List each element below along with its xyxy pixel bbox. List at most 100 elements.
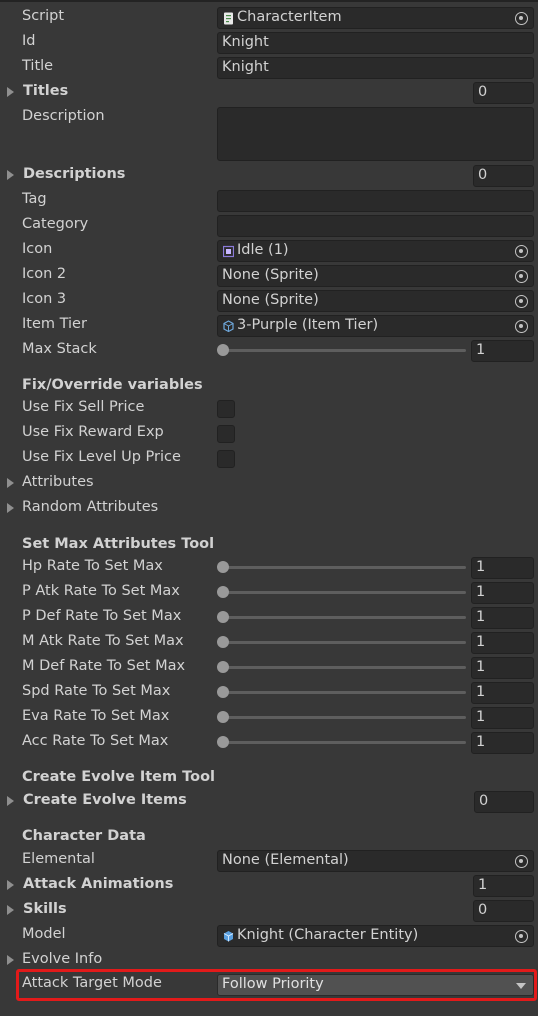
item-tier-field[interactable]: 3-Purple (Item Tier) bbox=[217, 315, 534, 337]
create-evolve-items-label[interactable]: Create Evolve Items bbox=[23, 792, 187, 808]
evolve-info-label[interactable]: Evolve Info bbox=[22, 951, 102, 967]
use-fix-sell-price-checkbox[interactable] bbox=[217, 400, 235, 418]
descriptions-count-field[interactable]: 0 bbox=[473, 165, 534, 187]
elemental-label: Elemental bbox=[22, 851, 95, 867]
slider-value: 1 bbox=[476, 709, 486, 725]
object-picker-icon[interactable] bbox=[515, 245, 528, 258]
slider-value-field[interactable]: 1 bbox=[471, 582, 534, 604]
id-field[interactable]: Knight bbox=[217, 32, 534, 54]
foldout-arrow-icon[interactable] bbox=[7, 796, 14, 806]
create-evolve-items-row[interactable]: Create Evolve Items 0 bbox=[0, 789, 538, 814]
attack-animations-row[interactable]: Attack Animations 1 bbox=[0, 873, 538, 898]
descriptions-label[interactable]: Descriptions bbox=[23, 166, 125, 182]
attributes-row[interactable]: Attributes bbox=[0, 471, 538, 496]
slider-track[interactable] bbox=[222, 566, 466, 569]
slider-thumb[interactable] bbox=[217, 561, 229, 573]
slider-thumb[interactable] bbox=[217, 611, 229, 623]
descriptions-count: 0 bbox=[478, 167, 488, 183]
max-stack-value-field[interactable]: 1 bbox=[471, 340, 534, 362]
slider-thumb[interactable] bbox=[217, 661, 229, 673]
slider-thumb[interactable] bbox=[217, 636, 229, 648]
id-label: Id bbox=[22, 33, 36, 49]
icon3-field[interactable]: None (Sprite) bbox=[217, 290, 534, 312]
attributes-label[interactable]: Attributes bbox=[22, 474, 94, 490]
slider-track[interactable] bbox=[222, 641, 466, 644]
slider-row: Eva Rate To Set Max 1 bbox=[0, 705, 538, 730]
slider-thumb[interactable] bbox=[217, 736, 229, 748]
slider-track[interactable] bbox=[222, 349, 466, 352]
create-evolve-items-count-field[interactable]: 0 bbox=[474, 791, 534, 813]
category-field[interactable] bbox=[217, 215, 534, 237]
character-data-header-row: Character Data bbox=[0, 825, 538, 850]
random-attributes-row[interactable]: Random Attributes bbox=[0, 496, 538, 521]
slider-row: M Atk Rate To Set Max 1 bbox=[0, 630, 538, 655]
object-picker-icon[interactable] bbox=[515, 320, 528, 333]
skills-label[interactable]: Skills bbox=[23, 901, 67, 917]
slider-track[interactable] bbox=[222, 716, 466, 719]
foldout-arrow-icon[interactable] bbox=[7, 478, 14, 488]
skills-row[interactable]: Skills 0 bbox=[0, 898, 538, 923]
use-fix-level-up-price-checkbox[interactable] bbox=[217, 450, 235, 468]
object-picker-icon[interactable] bbox=[515, 270, 528, 283]
icon-field[interactable]: Idle (1) bbox=[217, 240, 534, 262]
slider-track[interactable] bbox=[222, 741, 466, 744]
skills-count: 0 bbox=[478, 902, 488, 918]
id-value: Knight bbox=[222, 34, 269, 50]
slider-value: 1 bbox=[476, 659, 486, 675]
foldout-arrow-icon[interactable] bbox=[7, 503, 14, 513]
top-divider bbox=[0, 0, 538, 2]
titles-count-field[interactable]: 0 bbox=[473, 82, 534, 104]
slider-track[interactable] bbox=[222, 591, 466, 594]
slider-track[interactable] bbox=[222, 616, 466, 619]
slider-row: Spd Rate To Set Max 1 bbox=[0, 680, 538, 705]
attack-animations-label[interactable]: Attack Animations bbox=[23, 876, 173, 892]
foldout-arrow-icon[interactable] bbox=[7, 905, 14, 915]
description-row: Description bbox=[0, 105, 538, 163]
slider-thumb[interactable] bbox=[217, 586, 229, 598]
tag-field[interactable] bbox=[217, 190, 534, 212]
use-fix-reward-exp-row: Use Fix Reward Exp bbox=[0, 421, 538, 446]
foldout-arrow-icon[interactable] bbox=[7, 955, 14, 965]
use-fix-sell-price-row: Use Fix Sell Price bbox=[0, 396, 538, 421]
foldout-arrow-icon[interactable] bbox=[7, 880, 14, 890]
icon2-field[interactable]: None (Sprite) bbox=[217, 265, 534, 287]
model-field[interactable]: Knight (Character Entity) bbox=[217, 925, 534, 947]
slider-label: Acc Rate To Set Max bbox=[22, 733, 169, 749]
object-picker-icon[interactable] bbox=[515, 295, 528, 308]
object-picker-icon[interactable] bbox=[515, 930, 528, 943]
slider-thumb[interactable] bbox=[217, 344, 229, 356]
slider-thumb[interactable] bbox=[217, 686, 229, 698]
object-picker-icon[interactable] bbox=[515, 855, 528, 868]
id-row: Id Knight bbox=[0, 30, 538, 55]
slider-track[interactable] bbox=[222, 666, 466, 669]
slider-value-field[interactable]: 1 bbox=[471, 632, 534, 654]
max-stack-label: Max Stack bbox=[22, 341, 97, 357]
random-attributes-label[interactable]: Random Attributes bbox=[22, 499, 158, 515]
slider-value-field[interactable]: 1 bbox=[471, 557, 534, 579]
slider-value-field[interactable]: 1 bbox=[471, 707, 534, 729]
descriptions-row[interactable]: Descriptions 0 bbox=[0, 163, 538, 188]
slider-thumb[interactable] bbox=[217, 711, 229, 723]
description-textarea[interactable] bbox=[217, 107, 534, 161]
slider-value-field[interactable]: 1 bbox=[471, 732, 534, 754]
title-field[interactable]: Knight bbox=[217, 57, 534, 79]
slider-value-field[interactable]: 1 bbox=[471, 682, 534, 704]
titles-label[interactable]: Titles bbox=[23, 83, 68, 99]
elemental-field[interactable]: None (Elemental) bbox=[217, 850, 534, 872]
slider-row: P Def Rate To Set Max 1 bbox=[0, 605, 538, 630]
slider-value-field[interactable]: 1 bbox=[471, 607, 534, 629]
titles-row[interactable]: Titles 0 bbox=[0, 80, 538, 105]
slider-value: 1 bbox=[476, 634, 486, 650]
category-label: Category bbox=[22, 216, 89, 232]
slider-value-field[interactable]: 1 bbox=[471, 657, 534, 679]
use-fix-reward-exp-checkbox[interactable] bbox=[217, 425, 235, 443]
slider-row: M Def Rate To Set Max 1 bbox=[0, 655, 538, 680]
foldout-arrow-icon[interactable] bbox=[7, 170, 14, 180]
slider-track[interactable] bbox=[222, 691, 466, 694]
object-picker-icon[interactable] bbox=[515, 12, 528, 25]
attack-animations-count-field[interactable]: 1 bbox=[473, 875, 534, 897]
foldout-arrow-icon[interactable] bbox=[7, 87, 14, 97]
skills-count-field[interactable]: 0 bbox=[473, 900, 534, 922]
description-label: Description bbox=[22, 108, 105, 124]
script-field[interactable]: CharacterItem bbox=[217, 7, 534, 29]
